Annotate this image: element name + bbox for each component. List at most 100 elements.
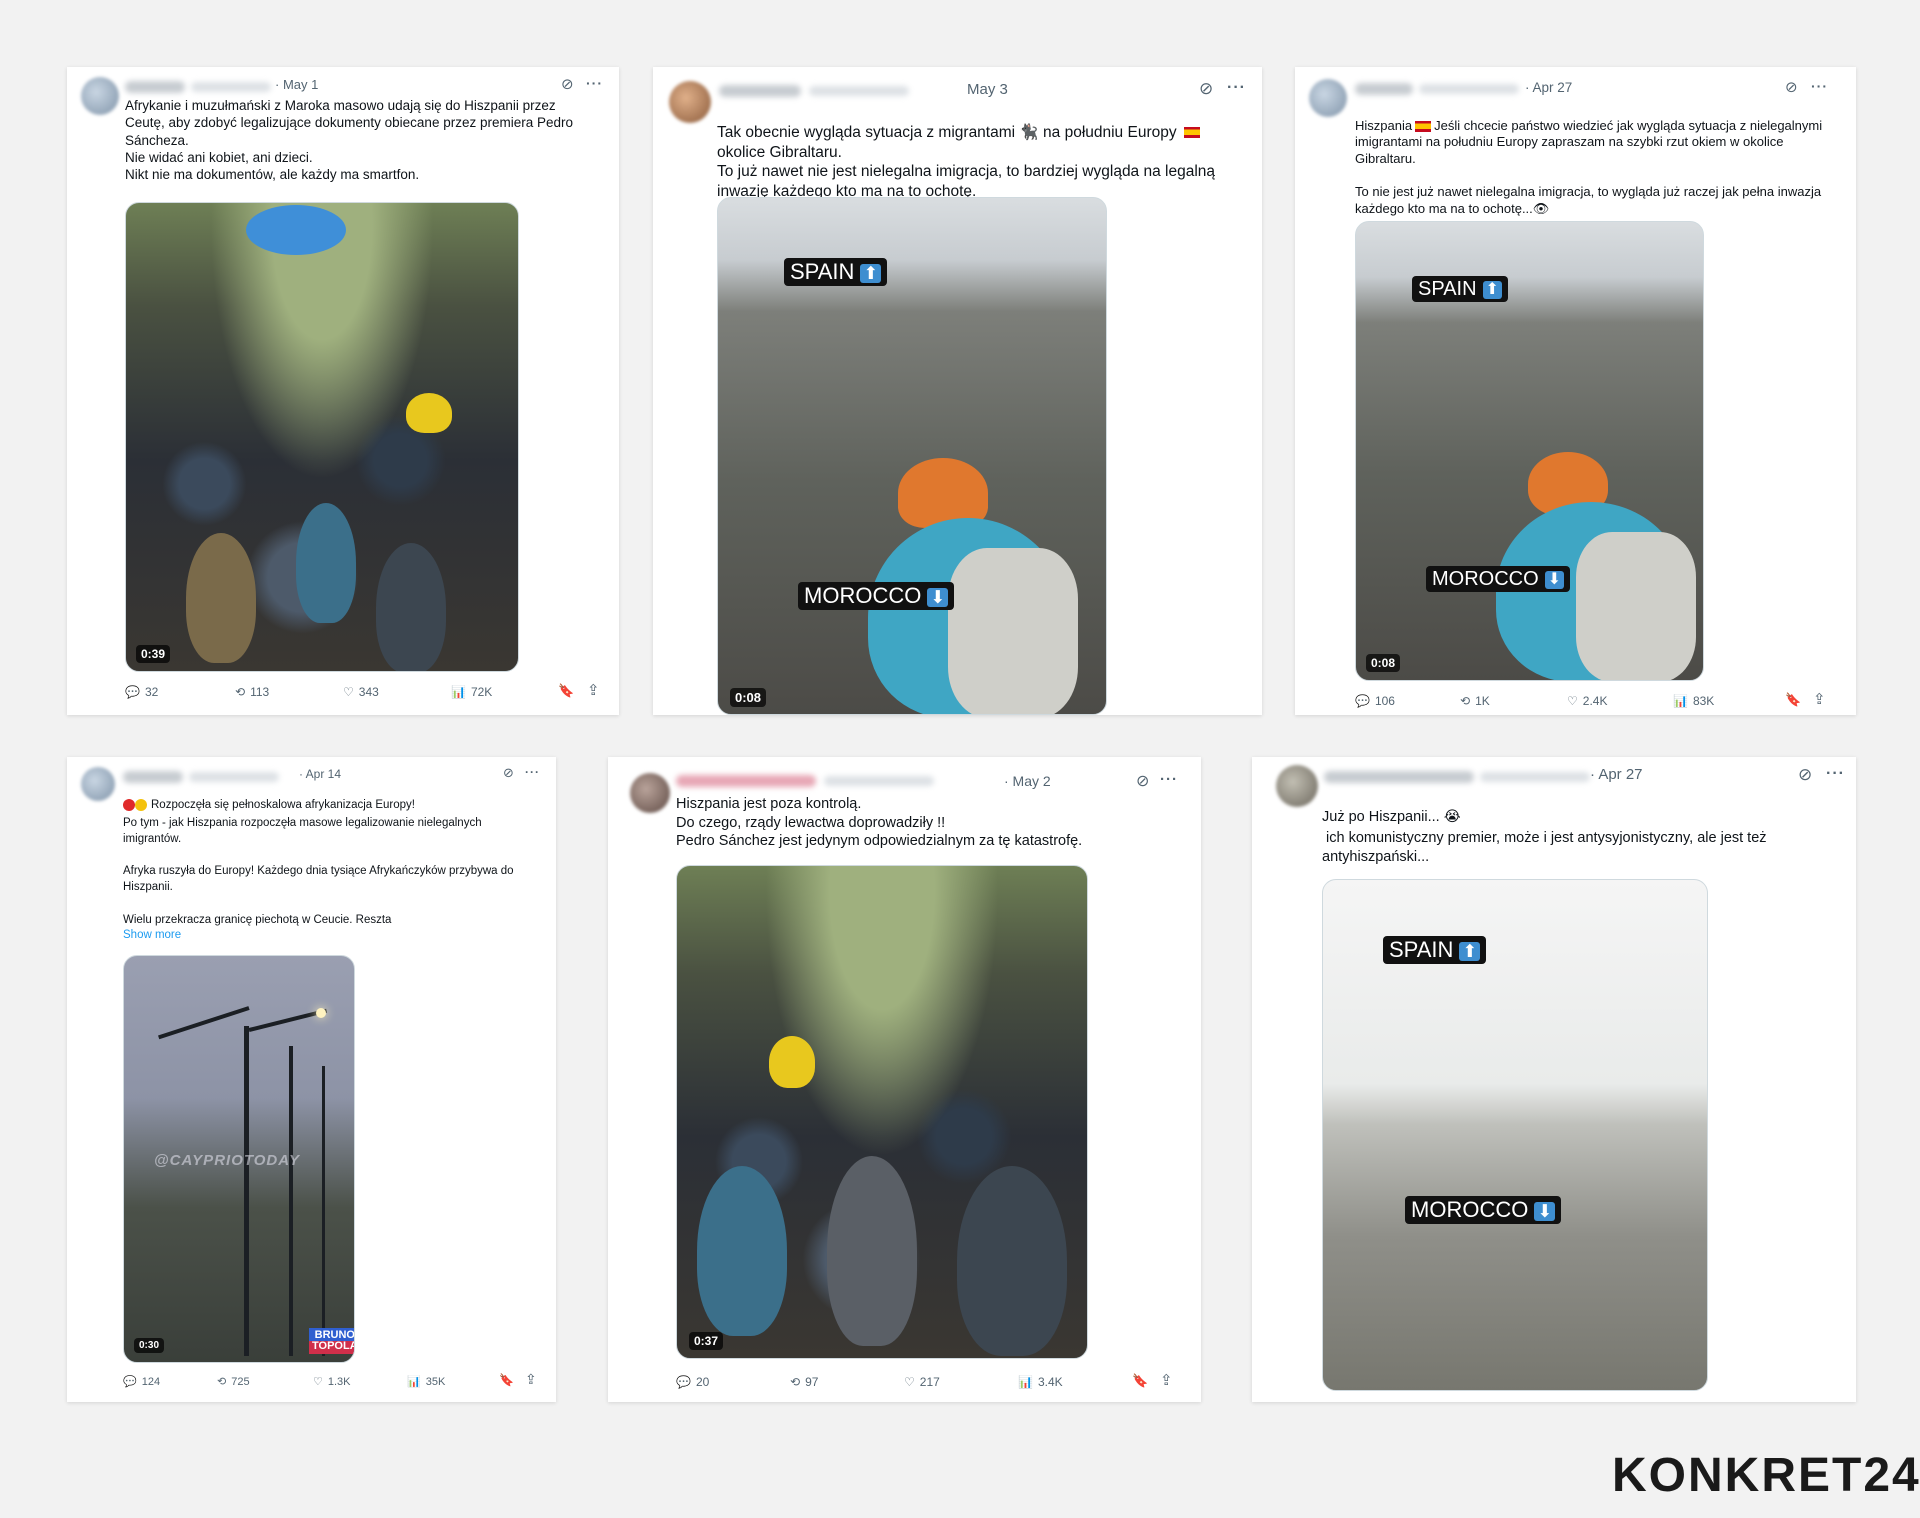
views-icon: 📊 — [1018, 1375, 1033, 1389]
more-options-icon[interactable]: ··· — [1826, 765, 1845, 783]
repost-icon: ⟲ — [235, 685, 246, 699]
more-options-icon[interactable]: ··· — [586, 75, 603, 91]
like-button[interactable]: ♡ 343 — [343, 685, 379, 699]
tweet-date[interactable]: · May 1 — [275, 77, 318, 92]
morocco-label: MOROCCO ⬇ — [1426, 566, 1571, 592]
author-name-blurred[interactable] — [1355, 83, 1413, 95]
grok-icon[interactable]: ⊘ — [1136, 771, 1149, 791]
tweet-text: Hiszpania Jeśli chcecie państwo wiedzieć … — [1355, 101, 1825, 217]
grok-icon[interactable]: ⊘ — [503, 765, 514, 781]
bookmark-icon[interactable]: 🔖 — [558, 683, 574, 699]
reply-count: 106 — [1374, 694, 1395, 708]
tweet-text-line: Już po Hiszpanii... — [1322, 808, 1444, 825]
reply-button[interactable]: 💬 124 — [123, 1375, 160, 1388]
tweet-date[interactable]: · Apr 27 — [1525, 80, 1572, 95]
author-name-blurred[interactable] — [125, 81, 185, 93]
more-options-icon[interactable]: ··· — [1160, 771, 1178, 788]
grok-icon[interactable]: ⊘ — [1785, 78, 1798, 96]
repost-count: 1K — [1475, 694, 1490, 708]
streetlamp-pole — [244, 1026, 249, 1356]
tweet-card-4[interactable]: · Apr 14 ⊘ ··· Rozpoczęła się pełnoskalo… — [67, 757, 556, 1402]
share-icon[interactable]: ⇪ — [587, 681, 600, 699]
repost-count: 725 — [231, 1376, 250, 1388]
grok-icon[interactable]: ⊘ — [1199, 79, 1213, 99]
more-options-icon[interactable]: ··· — [1227, 79, 1246, 97]
author-handle-blurred[interactable] — [1419, 84, 1519, 94]
avatar[interactable] — [81, 77, 119, 115]
video-thumbnail[interactable]: @CAYPRIOTODAY BRUNO TOPOLA 0:30 — [123, 955, 355, 1363]
video-thumbnail[interactable]: 0:37 — [676, 865, 1088, 1359]
grok-icon[interactable]: ⊘ — [561, 75, 574, 93]
tweet-text: Po tym - jak Hiszpania rozpoczęła masowe… — [123, 817, 514, 926]
avatar[interactable] — [81, 767, 115, 801]
reply-button[interactable]: 💬 20 — [676, 1375, 709, 1389]
avatar[interactable] — [1309, 79, 1347, 117]
tweet-date[interactable]: May 3 — [967, 81, 1008, 98]
video-duration: 0:08 — [730, 688, 767, 707]
views-button[interactable]: 📊 3.4K — [1018, 1375, 1063, 1389]
tweet-date[interactable]: · May 2 — [1004, 773, 1051, 789]
grok-icon[interactable]: ⊘ — [1798, 765, 1812, 785]
views-button[interactable]: 📊 35K — [407, 1375, 445, 1388]
author-handle-blurred[interactable] — [1480, 772, 1590, 782]
figure-shape — [957, 1166, 1067, 1356]
like-button[interactable]: ♡ 2.4K — [1567, 694, 1607, 708]
author-name-blurred[interactable] — [1324, 771, 1474, 783]
arrow-down-icon: ⬇ — [1544, 570, 1565, 589]
share-icon[interactable]: ⇪ — [1813, 690, 1826, 708]
views-button[interactable]: 📊 83K — [1673, 694, 1714, 708]
share-icon[interactable]: ⇪ — [1160, 1371, 1173, 1389]
figure-shape — [827, 1156, 917, 1346]
tweet-card-6[interactable]: · Apr 27 ⊘ ··· Już po Hiszpanii... 😭 ich… — [1252, 757, 1856, 1402]
figure-shape — [296, 503, 356, 623]
video-thumbnail[interactable]: SPAIN ⬆ MOROCCO ⬇ 0:08 — [1355, 221, 1704, 681]
author-handle-blurred[interactable] — [191, 82, 271, 92]
views-button[interactable]: 📊 72K — [451, 685, 492, 699]
view-count: 35K — [425, 1376, 446, 1388]
arrow-down-icon: ⬇ — [927, 587, 949, 607]
bookmark-icon[interactable]: 🔖 — [499, 1373, 514, 1387]
tweet-headline: Rozpoczęła się pełnoskalowa afrykanizacj… — [123, 783, 543, 812]
brand-logo: KONKRET24 — [1612, 1449, 1920, 1502]
repost-button[interactable]: ⟲ 97 — [790, 1375, 818, 1389]
spain-flag-icon — [1183, 127, 1200, 139]
tweet-card-1[interactable]: · May 1 ⊘ ··· Afrykanie i muzułmański z … — [67, 67, 619, 715]
repost-button[interactable]: ⟲ 725 — [217, 1375, 250, 1388]
bookmark-icon[interactable]: 🔖 — [1785, 692, 1801, 708]
like-icon: ♡ — [1567, 694, 1578, 708]
video-thumbnail[interactable]: SPAIN ⬆ MOROCCO ⬇ — [1322, 879, 1708, 1391]
repost-button[interactable]: ⟲ 1K — [1460, 694, 1490, 708]
tweet-card-2[interactable]: May 3 ⊘ ··· Tak obecnie wygląda sytuacja… — [653, 67, 1262, 715]
streetlamp-pole — [322, 1066, 325, 1356]
like-button[interactable]: ♡ 217 — [904, 1375, 940, 1389]
author-name-blurred[interactable] — [123, 771, 183, 783]
red-circle-icon — [123, 798, 135, 811]
avatar[interactable] — [1276, 765, 1318, 807]
repost-icon: ⟲ — [217, 1376, 227, 1388]
repost-button[interactable]: ⟲ 113 — [235, 685, 269, 699]
like-icon: ♡ — [313, 1376, 323, 1388]
share-icon[interactable]: ⇪ — [525, 1371, 537, 1388]
avatar[interactable] — [669, 81, 711, 123]
author-handle-blurred[interactable] — [189, 772, 279, 782]
video-duration: 0:39 — [136, 645, 171, 663]
author-handle-blurred[interactable] — [809, 86, 909, 96]
show-more-link[interactable]: Show more — [123, 929, 181, 941]
reply-button[interactable]: 💬 32 — [125, 685, 158, 699]
video-thumbnail[interactable]: SPAIN ⬆ MOROCCO ⬇ 0:08 — [717, 197, 1107, 715]
tweet-date[interactable]: · Apr 27 — [1590, 766, 1643, 783]
like-button[interactable]: ♡ 1.3K — [313, 1375, 351, 1388]
avatar[interactable] — [630, 773, 670, 813]
author-name-blurred[interactable] — [719, 85, 801, 97]
video-thumbnail[interactable]: 0:39 — [125, 202, 519, 672]
tweet-card-3[interactable]: · Apr 27 ⊘ ··· Hiszpania Jeśli chcecie pa… — [1295, 67, 1856, 715]
author-handle-blurred[interactable] — [824, 776, 934, 786]
tweet-card-5[interactable]: · May 2 ⊘ ··· Hiszpania jest poza kontro… — [608, 757, 1201, 1402]
tweet-date[interactable]: · Apr 14 — [299, 767, 341, 781]
bookmark-icon[interactable]: 🔖 — [1132, 1373, 1148, 1389]
more-options-icon[interactable]: ··· — [1811, 78, 1828, 94]
reply-icon: 💬 — [123, 1376, 137, 1388]
author-name-blurred[interactable] — [676, 775, 816, 787]
reply-button[interactable]: 💬 106 — [1355, 694, 1395, 708]
more-options-icon[interactable]: ··· — [525, 765, 540, 779]
